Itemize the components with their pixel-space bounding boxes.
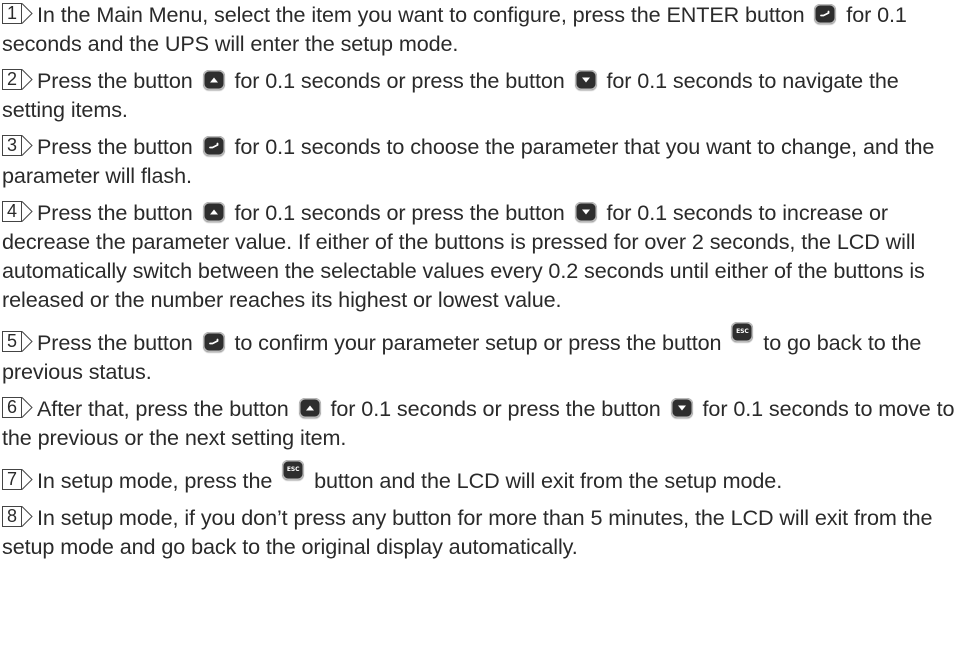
- esc-key-label: ESC: [286, 466, 300, 473]
- step-number-3: 3: [2, 135, 33, 156]
- step-number-8: 8: [2, 506, 33, 527]
- step-4: 4 Press the button for 0.1 seconds or pr…: [2, 198, 960, 314]
- step-4-text-b: for 0.1 seconds or press the button: [234, 200, 565, 225]
- step-4-text-a: Press the button: [37, 200, 193, 225]
- instruction-list: 1 In the Main Menu, select the item you …: [2, 0, 960, 561]
- esc-key-icon: ESC: [731, 322, 754, 342]
- step-number-5: 5: [2, 331, 33, 352]
- step-6-text-b: for 0.1 seconds or press the button: [330, 396, 661, 421]
- step-1-text-a: In the Main Menu, select the item you wa…: [37, 2, 805, 27]
- esc-key-label: ESC: [736, 328, 749, 335]
- enter-key-icon: [202, 332, 225, 352]
- step-number-1: 1: [2, 3, 33, 24]
- down-key-icon: [574, 202, 597, 222]
- step-2: 2 Press the button for 0.1 seconds or pr…: [2, 66, 960, 124]
- step-7-text-b: button and the LCD will exit from the se…: [314, 468, 783, 493]
- step-6-text-a: After that, press the button: [37, 396, 289, 421]
- enter-key-icon: [814, 4, 837, 24]
- step-1: 1 In the Main Menu, select the item you …: [2, 0, 960, 58]
- step-7-text-a: In setup mode, press the: [37, 468, 273, 493]
- step-2-text-a: Press the button: [37, 68, 193, 93]
- down-key-icon: [574, 70, 597, 90]
- down-key-icon: [670, 398, 693, 418]
- step-5-text-a: Press the button: [37, 330, 193, 355]
- step-3-text-a: Press the button: [37, 134, 193, 159]
- step-5-text-b: to confirm your parameter setup or press…: [234, 330, 722, 355]
- step-3: 3 Press the button for 0.1 seconds to ch…: [2, 132, 960, 190]
- step-2-text-b: for 0.1 seconds or press the button: [234, 68, 565, 93]
- up-key-icon: [298, 398, 321, 418]
- up-key-icon: [202, 70, 225, 90]
- step-number-2: 2: [2, 69, 33, 90]
- up-key-icon: [202, 202, 225, 222]
- esc-key-icon: ESC: [282, 460, 305, 480]
- step-7: 7 In setup mode, press the ESC button an…: [2, 460, 960, 495]
- step-8-text-a: In setup mode, if you don’t press any bu…: [2, 505, 933, 559]
- step-number-7: 7: [2, 469, 33, 490]
- step-5: 5 Press the button to confirm your param…: [2, 322, 960, 386]
- enter-key-icon: [202, 136, 225, 156]
- step-number-6: 6: [2, 397, 33, 418]
- step-6: 6 After that, press the button for 0.1 s…: [2, 394, 960, 452]
- step-number-4: 4: [2, 201, 33, 222]
- step-8: 8 In setup mode, if you don’t press any …: [2, 503, 960, 561]
